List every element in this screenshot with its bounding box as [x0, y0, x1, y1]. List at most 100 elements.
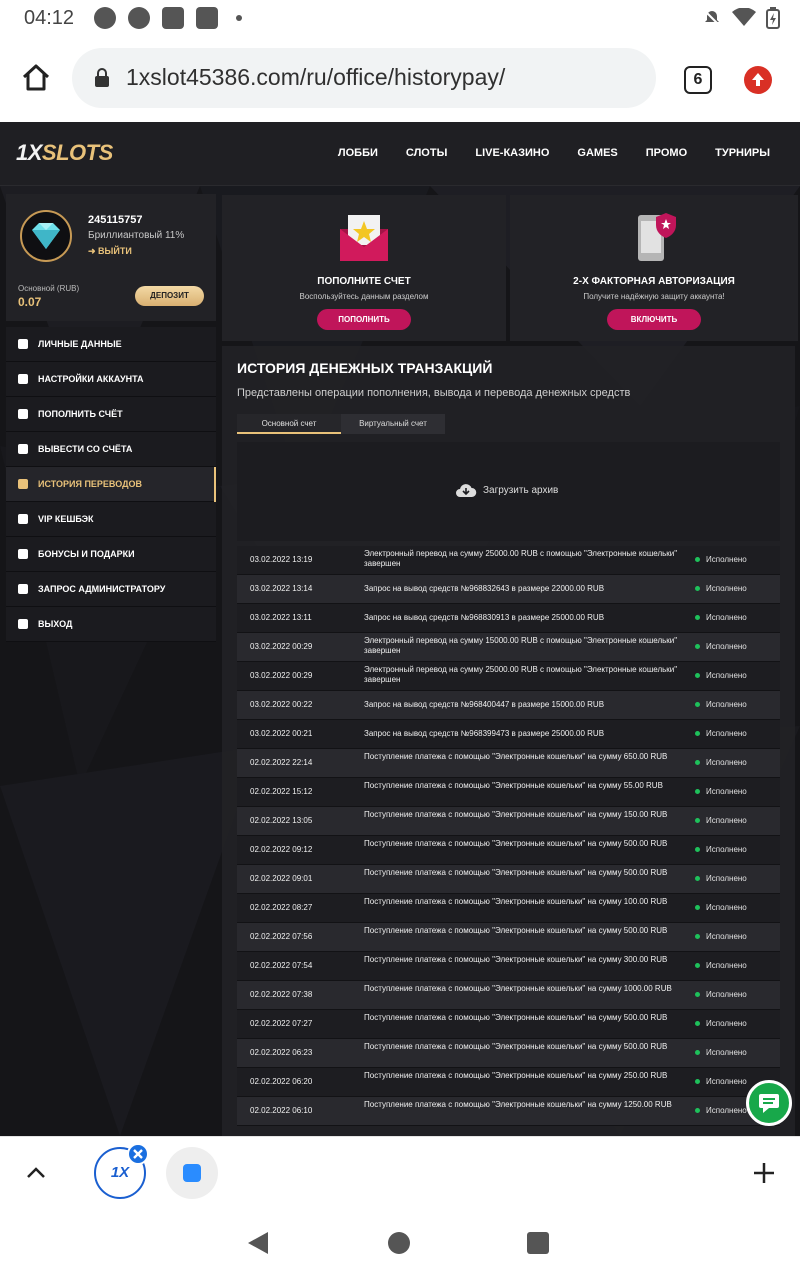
nav-tournaments[interactable]: ТУРНИРЫ: [715, 147, 770, 159]
status-dot-icon: [695, 992, 700, 997]
status-dot-icon: [695, 1050, 700, 1055]
deposit-promo-button[interactable]: ПОПОЛНИТЬ: [317, 309, 411, 330]
status-label: Исполнено: [706, 1019, 747, 1028]
sidebar-item-admin-request[interactable]: ЗАПРОС АДМИНИСТРАТОРУ: [6, 572, 216, 607]
download-archive-button[interactable]: Загрузить архив: [455, 482, 558, 498]
chat-icon: [759, 1094, 779, 1113]
exit-icon: [18, 619, 28, 629]
table-row: 03.02.2022 00:29 Электронный перевод на с…: [237, 633, 780, 662]
transaction-date: 03.02.2022 13:14: [250, 584, 313, 593]
recent-apps-icon[interactable]: [527, 1232, 549, 1254]
status-dot-icon: [695, 615, 700, 620]
promo-2fa-card: 2-Х ФАКТОРНАЯ АВТОРИЗАЦИЯ Получите надёж…: [510, 195, 798, 341]
tab-main-account[interactable]: Основной счет: [237, 414, 341, 434]
address-bar[interactable]: 1xslot45386.com/ru/office/historypay/: [72, 48, 656, 108]
tab-switcher-button[interactable]: 6: [684, 66, 712, 94]
promo-title: ПОПОЛНИТЕ СЧЕТ: [317, 276, 411, 287]
status-label: Исполнено: [706, 758, 747, 767]
envelope-icon: [18, 584, 28, 594]
transaction-status: Исполнено: [695, 932, 747, 941]
transfer-icon: [18, 479, 28, 489]
account-id: 245115757: [88, 214, 143, 226]
lock-icon: [95, 68, 109, 87]
sidebar-item-withdraw[interactable]: ВЫВЕСТИ СО СЧЁТА: [6, 432, 216, 467]
transaction-description: Поступление платежа с помощью "Электронн…: [364, 1071, 668, 1080]
upload-icon: [18, 444, 28, 454]
status-dot-icon: [695, 1021, 700, 1026]
transaction-description: Поступление платежа с помощью "Электронн…: [364, 1100, 672, 1109]
status-label: Исполнено: [706, 816, 747, 825]
table-row: 02.02.2022 08:27 Поступление платежа с по…: [237, 894, 780, 923]
nav-promo[interactable]: ПРОМО: [646, 147, 687, 159]
transaction-description: Электронный перевод на сумму 25000.00 RU…: [364, 549, 678, 568]
logout-link[interactable]: ➜ ВЫЙТИ: [88, 246, 132, 257]
phone-shield-icon: [638, 213, 676, 261]
transaction-status: Исполнено: [695, 1077, 747, 1086]
transaction-date: 02.02.2022 15:12: [250, 787, 313, 796]
table-row: 02.02.2022 13:05 Поступление платежа с по…: [237, 807, 780, 836]
nav-slots[interactable]: СЛОТЫ: [406, 147, 447, 159]
sidebar-item-account-settings[interactable]: НАСТРОЙКИ АККАУНТА: [6, 362, 216, 397]
nav-games[interactable]: GAMES: [577, 147, 617, 159]
transaction-status: Исполнено: [695, 990, 747, 999]
table-row: 02.02.2022 07:54 Поступление платежа с по…: [237, 952, 780, 981]
table-row: 02.02.2022 15:12 Поступление платежа с по…: [237, 778, 780, 807]
status-label: Исполнено: [706, 961, 747, 970]
table-row: 02.02.2022 06:20 Поступление платежа с по…: [237, 1068, 780, 1097]
tab-virtual-account[interactable]: Виртуальный счет: [341, 414, 445, 434]
sidebar-item-deposit[interactable]: ПОПОЛНИТЬ СЧЁТ: [6, 397, 216, 432]
transaction-status: Исполнено: [695, 729, 747, 738]
status-label: Исполнено: [706, 555, 747, 564]
wifi-icon: [732, 8, 756, 26]
transaction-description: Поступление платежа с помощью "Электронн…: [364, 868, 668, 877]
transaction-status: Исполнено: [695, 584, 747, 593]
sidebar-item-exit[interactable]: ВЫХОД: [6, 607, 216, 642]
sidebar-item-transfer-history[interactable]: ИСТОРИЯ ПЕРЕВОДОВ: [6, 467, 216, 502]
profile-card: 245115757 Бриллиантовый 11% ➜ ВЫЙТИ Осно…: [6, 194, 216, 321]
back-icon[interactable]: [246, 1230, 272, 1256]
nav-live-casino[interactable]: LIVE-КАЗИНО: [475, 147, 549, 159]
crown-icon: [18, 514, 28, 524]
status-label: Исполнено: [706, 671, 747, 680]
enable-2fa-button[interactable]: ВКЛЮЧИТЬ: [607, 309, 701, 330]
table-row: 02.02.2022 07:27 Поступление платежа с по…: [237, 1010, 780, 1039]
transaction-description: Поступление платежа с помощью "Электронн…: [364, 1042, 668, 1051]
status-label: Исполнено: [706, 700, 747, 709]
home-icon[interactable]: [20, 62, 52, 94]
sidebar-item-personal-data[interactable]: ЛИЧНЫЕ ДАННЫЕ: [6, 327, 216, 362]
status-label: Исполнено: [706, 729, 747, 738]
transaction-status: Исполнено: [695, 700, 747, 709]
sidebar-item-vip-cashback[interactable]: VIP КЕШБЭК: [6, 502, 216, 537]
sidebar-item-label: ЛИЧНЫЕ ДАННЫЕ: [38, 339, 122, 349]
tab-thumbnail-notification[interactable]: [166, 1147, 218, 1199]
status-dot-icon: [695, 818, 700, 823]
logo-slots: SLOTS: [41, 140, 113, 165]
transaction-date: 02.02.2022 07:56: [250, 932, 313, 941]
bug-icon: [128, 7, 150, 29]
status-dot-icon: [695, 731, 700, 736]
transaction-description: Запрос на вывод средств №968830913 в раз…: [364, 613, 605, 622]
table-row: 02.02.2022 09:01 Поступление платежа с по…: [237, 865, 780, 894]
status-label: Исполнено: [706, 613, 747, 622]
home-circle-icon[interactable]: [388, 1232, 410, 1254]
transaction-date: 02.02.2022 07:54: [250, 961, 313, 970]
chevron-up-icon[interactable]: [24, 1161, 48, 1185]
sidebar-item-bonuses[interactable]: БОНУСЫ И ПОДАРКИ: [6, 537, 216, 572]
more-dot-icon: [236, 15, 242, 21]
close-tab-icon[interactable]: [127, 1143, 149, 1165]
new-tab-icon[interactable]: [752, 1161, 776, 1185]
chat-button[interactable]: [746, 1080, 792, 1126]
deposit-button[interactable]: ДЕПОЗИТ: [135, 286, 204, 306]
transaction-description: Запрос на вывод средств №968400447 в раз…: [364, 700, 605, 709]
transaction-date: 02.02.2022 07:38: [250, 990, 313, 999]
transaction-date: 02.02.2022 09:12: [250, 845, 313, 854]
nav-lobby[interactable]: ЛОББИ: [338, 147, 378, 159]
avatar: [20, 210, 72, 262]
status-label: Исполнено: [706, 1077, 747, 1086]
update-icon[interactable]: [744, 66, 772, 94]
site-logo[interactable]: 1XSLOTS: [16, 140, 113, 166]
transaction-description: Поступление платежа с помощью "Электронн…: [364, 984, 672, 993]
status-dot-icon: [695, 847, 700, 852]
transaction-date: 02.02.2022 06:20: [250, 1077, 313, 1086]
mute-icon: [704, 10, 720, 26]
